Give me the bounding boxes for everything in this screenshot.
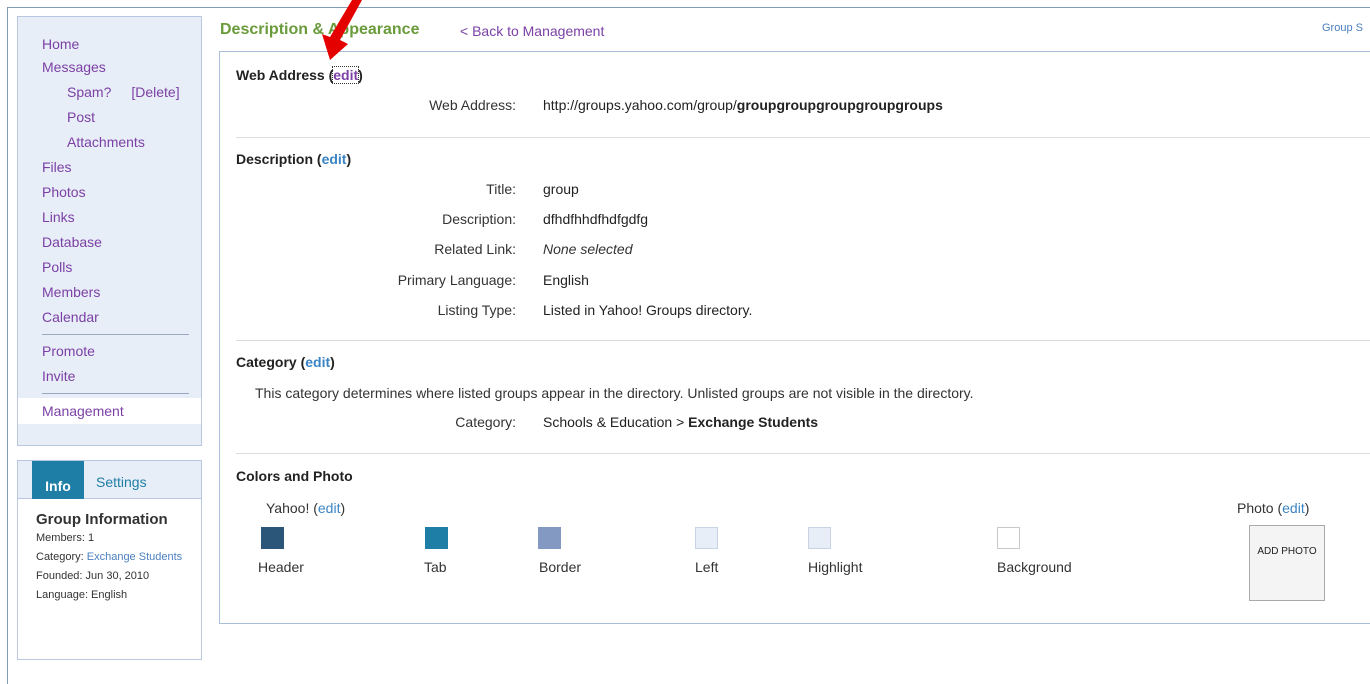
- listing-type-value: Listed in Yahoo! Groups directory.: [543, 302, 753, 318]
- nav-management[interactable]: Management: [18, 398, 201, 424]
- section-divider: [236, 453, 1370, 454]
- photo-edit-link[interactable]: edit: [1282, 500, 1305, 516]
- category-value: Schools & Education > Exchange Students: [543, 414, 819, 430]
- description-heading: Description (edit): [236, 151, 352, 167]
- nav-home[interactable]: Home: [18, 33, 201, 55]
- nav-delete[interactable]: [Delete]: [131, 80, 179, 105]
- category-link[interactable]: Exchange Students: [87, 551, 182, 563]
- primary-language-label: Primary Language:: [397, 272, 516, 288]
- section-divider: [236, 340, 1370, 341]
- nav-post[interactable]: Post: [18, 105, 201, 130]
- category-heading: Category (edit): [236, 354, 335, 370]
- left-color-swatch[interactable]: [695, 527, 718, 549]
- related-link-label: Related Link:: [434, 241, 516, 257]
- background-color-swatch[interactable]: [997, 527, 1020, 549]
- nav-members[interactable]: Members: [18, 280, 201, 305]
- header-color-swatch[interactable]: [261, 527, 284, 549]
- nav-spam-row: Spam? [Delete]: [18, 80, 201, 105]
- description-edit-link[interactable]: edit: [322, 151, 347, 167]
- related-link-value: None selected: [543, 241, 633, 257]
- nav-invite[interactable]: Invite: [18, 364, 201, 389]
- back-to-management-link[interactable]: < Back to Management: [460, 23, 604, 39]
- tab-color-label: Tab: [424, 559, 447, 575]
- nav-divider: [42, 393, 189, 394]
- group-language: Language: English: [36, 589, 128, 601]
- left-color-label: Left: [695, 559, 719, 575]
- primary-language-value: English: [543, 272, 589, 288]
- nav-photos[interactable]: Photos: [18, 180, 201, 205]
- add-photo-button[interactable]: ADD PHOTO: [1249, 525, 1325, 601]
- tab-settings[interactable]: Settings: [96, 474, 147, 490]
- listing-type-label: Listing Type:: [437, 302, 516, 318]
- nav-polls[interactable]: Polls: [18, 255, 201, 280]
- photo-label: Photo (edit): [1237, 500, 1310, 516]
- nav-attachments[interactable]: Attachments: [18, 130, 201, 155]
- description-label: Description:: [442, 211, 516, 227]
- founded-date: Founded: Jun 30, 2010: [36, 570, 150, 582]
- nav-promote[interactable]: Promote: [18, 339, 201, 364]
- group-nav: Home Messages Spam? [Delete] Post Attach…: [17, 16, 202, 446]
- group-s-link[interactable]: Group S: [1322, 22, 1363, 34]
- nav-links[interactable]: Links: [18, 205, 201, 230]
- description-value: dfhdfhhdfhdfgdfg: [543, 211, 649, 227]
- colors-edit-link[interactable]: edit: [318, 500, 341, 516]
- border-color-swatch[interactable]: [538, 527, 561, 549]
- nav-database[interactable]: Database: [18, 230, 201, 255]
- border-color-label: Border: [539, 559, 582, 575]
- highlight-color-swatch[interactable]: [808, 527, 831, 549]
- colors-heading: Colors and Photo: [236, 468, 353, 484]
- web-address-edit-link[interactable]: edit: [332, 66, 360, 84]
- nav-calendar[interactable]: Calendar: [18, 305, 201, 330]
- nav-divider: [42, 334, 189, 335]
- title-label: Title:: [486, 181, 516, 197]
- section-divider: [236, 137, 1370, 138]
- category-label: Category:: [455, 414, 516, 430]
- category-edit-link[interactable]: edit: [305, 354, 330, 370]
- nav-messages[interactable]: Messages: [18, 55, 201, 80]
- background-color-label: Background: [997, 559, 1072, 575]
- group-info-box: Info Settings Group Information Members:…: [17, 460, 202, 660]
- highlight-color-label: Highlight: [808, 559, 863, 575]
- info-tabs: Info Settings: [18, 461, 201, 499]
- category-info: Category: Exchange Students: [36, 551, 183, 563]
- web-address-label: Web Address:: [429, 97, 516, 113]
- title-value: group: [543, 181, 579, 197]
- group-info-heading: Group Information: [36, 511, 168, 528]
- yahoo-colors-label: Yahoo! (edit): [266, 500, 346, 516]
- members-count: Members: 1: [36, 532, 95, 544]
- tab-info[interactable]: Info: [32, 461, 84, 499]
- web-address-heading: Web Address (edit): [236, 66, 363, 84]
- nav-files[interactable]: Files: [18, 155, 201, 180]
- category-note: This category determines where listed gr…: [255, 385, 974, 401]
- web-address-value: http://groups.yahoo.com/group/groupgroup…: [543, 97, 943, 113]
- header-color-label: Header: [258, 559, 304, 575]
- tab-color-swatch[interactable]: [425, 527, 448, 549]
- nav-spam[interactable]: Spam?: [67, 80, 111, 105]
- page-title: Description & Appearance: [220, 21, 420, 38]
